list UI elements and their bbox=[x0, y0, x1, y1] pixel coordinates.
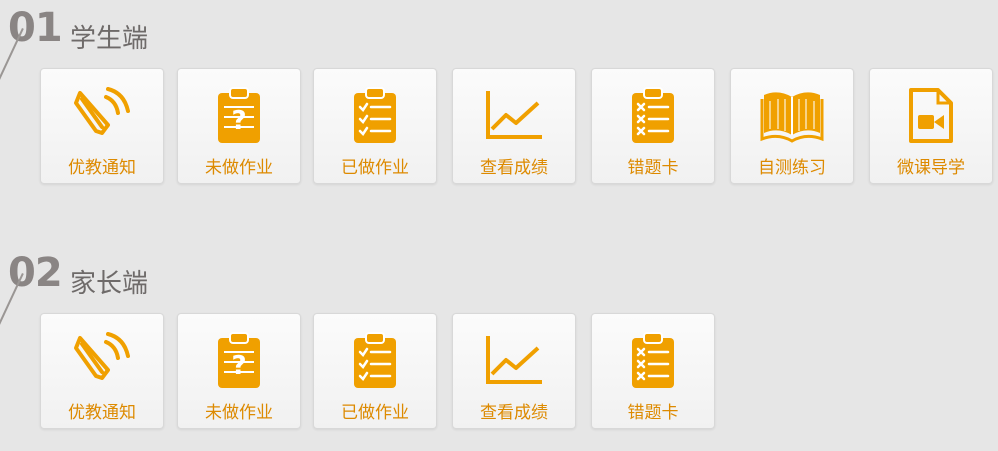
clipboard-question-icon: ? bbox=[178, 87, 300, 145]
tile-label: 微课导学 bbox=[897, 158, 965, 178]
line-chart-icon bbox=[453, 332, 575, 390]
line-chart-icon bbox=[453, 87, 575, 145]
speaker-icon bbox=[41, 87, 163, 145]
tile-label: 已做作业 bbox=[341, 403, 409, 423]
clipboard-question-icon: ? bbox=[178, 332, 300, 390]
section-title: 家长端 bbox=[70, 269, 149, 299]
tile-micro-course[interactable]: 微课导学 bbox=[869, 68, 993, 184]
tile-notification[interactable]: 优教通知 bbox=[40, 313, 164, 429]
tile-label: 优教通知 bbox=[68, 158, 136, 178]
tile-self-test[interactable]: 自测练习 bbox=[730, 68, 854, 184]
section-title: 学生端 bbox=[70, 24, 149, 54]
tile-error-cards[interactable]: 错题卡 bbox=[591, 313, 715, 429]
tile-pending-homework[interactable]: ? 未做作业 bbox=[177, 68, 301, 184]
tile-view-scores[interactable]: 查看成绩 bbox=[452, 313, 576, 429]
tile-pending-homework[interactable]: ? 未做作业 bbox=[177, 313, 301, 429]
tile-view-scores[interactable]: 查看成绩 bbox=[452, 68, 576, 184]
tile-label: 优教通知 bbox=[68, 403, 136, 423]
tile-label: 未做作业 bbox=[205, 403, 273, 423]
tile-label: 查看成绩 bbox=[480, 403, 548, 423]
open-book-icon bbox=[731, 87, 853, 145]
tile-label: 错题卡 bbox=[627, 403, 679, 423]
clipboard-x-icon bbox=[592, 332, 714, 390]
tile-notification[interactable]: 优教通知 bbox=[40, 68, 164, 184]
speaker-icon bbox=[41, 332, 163, 390]
tile-label: 未做作业 bbox=[205, 158, 273, 178]
tile-label: 错题卡 bbox=[627, 158, 679, 178]
clipboard-x-icon bbox=[592, 87, 714, 145]
svg-text:?: ? bbox=[231, 106, 246, 136]
student-section: 01 学生端 优教通知 ? 未做作业 已做作业 查看成绩 错题卡 自测练习 微课… bbox=[0, 0, 998, 200]
tile-label: 查看成绩 bbox=[480, 158, 548, 178]
svg-text:?: ? bbox=[231, 351, 246, 381]
tile-error-cards[interactable]: 错题卡 bbox=[591, 68, 715, 184]
tile-completed-homework[interactable]: 已做作业 bbox=[313, 313, 437, 429]
video-file-icon bbox=[870, 87, 992, 145]
tile-label: 已做作业 bbox=[341, 158, 409, 178]
clipboard-check-icon bbox=[314, 332, 436, 390]
tile-label: 自测练习 bbox=[758, 158, 826, 178]
clipboard-check-icon bbox=[314, 87, 436, 145]
parent-section: 02 家长端 优教通知 ? 未做作业 已做作业 查看成绩 错题卡 bbox=[0, 245, 998, 445]
tile-completed-homework[interactable]: 已做作业 bbox=[313, 68, 437, 184]
